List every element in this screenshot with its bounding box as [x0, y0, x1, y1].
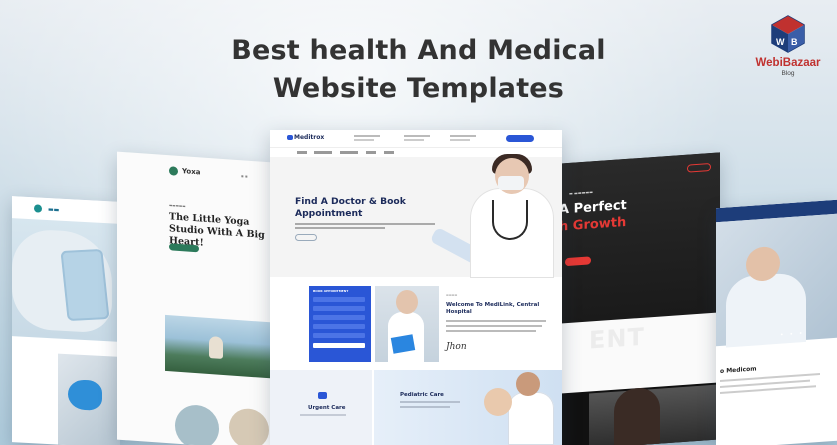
nav-link-placeholder: ▪ ▪ — [241, 173, 248, 179]
hero-paragraph-line — [295, 227, 385, 229]
menu-item[interactable] — [297, 151, 307, 154]
welcome-eyebrow-placeholder: ▬▬▬▬ — [446, 293, 458, 297]
card-hero-image — [12, 218, 120, 342]
face-mask-shape — [60, 248, 110, 322]
read-more-button[interactable] — [295, 234, 317, 241]
form-field[interactable] — [313, 324, 365, 329]
meditrox-brand: Meditrox — [294, 134, 325, 141]
text-line — [400, 406, 450, 408]
menu-item[interactable] — [340, 151, 358, 154]
bodybuilder-shape — [614, 386, 660, 445]
contact-info-line — [404, 135, 430, 137]
gym-ghost-text: ENT — [589, 322, 645, 355]
headline-line-1: Best health And Medical — [231, 35, 606, 66]
card-brand-placeholder: ▬▬ — [48, 205, 60, 214]
brand-dot-icon — [34, 204, 42, 213]
contact-info-line — [354, 135, 380, 137]
pediatric-care-label: Pediatric Care — [400, 392, 444, 398]
cube-logo-icon: W B — [769, 14, 807, 54]
heart-logo-icon — [287, 135, 293, 140]
logo-brand-text: WebiBazaar — [755, 57, 821, 69]
gym-hero-bg — [559, 152, 720, 324]
form-title: BOOK APPOINTMENT — [313, 289, 349, 293]
page-headline: Best health And Medical Website Template… — [200, 32, 637, 108]
form-field[interactable] — [313, 333, 365, 338]
text-line — [446, 320, 546, 322]
yoga-cta-button[interactable] — [169, 243, 199, 253]
yoga-logo-icon — [169, 165, 178, 176]
appointment-button[interactable] — [506, 135, 534, 142]
signature: Jhon — [446, 342, 467, 352]
headline-line-2: Website Templates — [272, 73, 565, 104]
doctor-face-shape — [516, 372, 540, 396]
medicom-title: o Medicom — [720, 365, 757, 375]
yoga-brand: Yoxa — [182, 167, 201, 177]
template-card-mask[interactable]: ▬▬ — [12, 196, 120, 445]
contact-info-line — [404, 139, 424, 141]
welcome-title: Welcome To MediLink, Central Hospital — [446, 302, 540, 315]
svg-text:W: W — [776, 37, 785, 47]
form-submit-button[interactable] — [313, 343, 365, 348]
contact-info-line — [354, 139, 374, 141]
menu-item[interactable] — [314, 151, 332, 154]
baby-shape — [484, 388, 512, 416]
doctor-coat-shape — [508, 392, 554, 445]
meditrox-hero-title: Find A Doctor & Book Appointment — [295, 196, 406, 219]
doctor-mask-shape — [498, 176, 524, 190]
meditating-person-shape — [209, 336, 223, 359]
template-card-yoga[interactable]: Yoxa ▪ ▪ ▬▬▬▬▬ The Little Yoga Studio Wi… — [117, 151, 272, 445]
menu-item[interactable] — [366, 151, 376, 154]
form-field[interactable] — [313, 315, 365, 320]
gym-top-button[interactable] — [687, 163, 711, 173]
form-field[interactable] — [313, 306, 365, 311]
form-field[interactable] — [313, 297, 365, 302]
text-line — [300, 414, 346, 416]
urgent-care-label: Urgent Care — [308, 405, 346, 411]
ambulance-icon — [318, 392, 327, 399]
menu-item[interactable] — [384, 151, 394, 154]
text-line — [446, 330, 536, 332]
eyebrow-placeholder: ▬▬▬▬▬ — [169, 203, 186, 209]
logo-sub-text: Blog — [781, 70, 795, 77]
template-card-medicom[interactable]: • • • o Medicom — [716, 199, 837, 445]
doctor-face-shape — [396, 290, 418, 314]
text-line — [400, 401, 460, 403]
stethoscope-shape — [492, 200, 528, 240]
text-line — [446, 325, 542, 327]
hero-paragraph-line — [295, 223, 435, 225]
contact-info-line — [450, 139, 470, 141]
svg-text:B: B — [791, 37, 798, 47]
class-thumbnail — [229, 407, 269, 445]
webibazaar-logo[interactable]: W B WebiBazaar Blog — [748, 14, 828, 77]
contact-info-line — [450, 135, 476, 137]
template-card-meditrox[interactable]: Meditrox Find A Doctor & Book Appointmen… — [270, 130, 562, 445]
class-thumbnail — [175, 403, 219, 445]
template-card-gym[interactable]: ▬ ▬▬▬▬▬ A Perfect h Growth ENT — [559, 152, 720, 445]
